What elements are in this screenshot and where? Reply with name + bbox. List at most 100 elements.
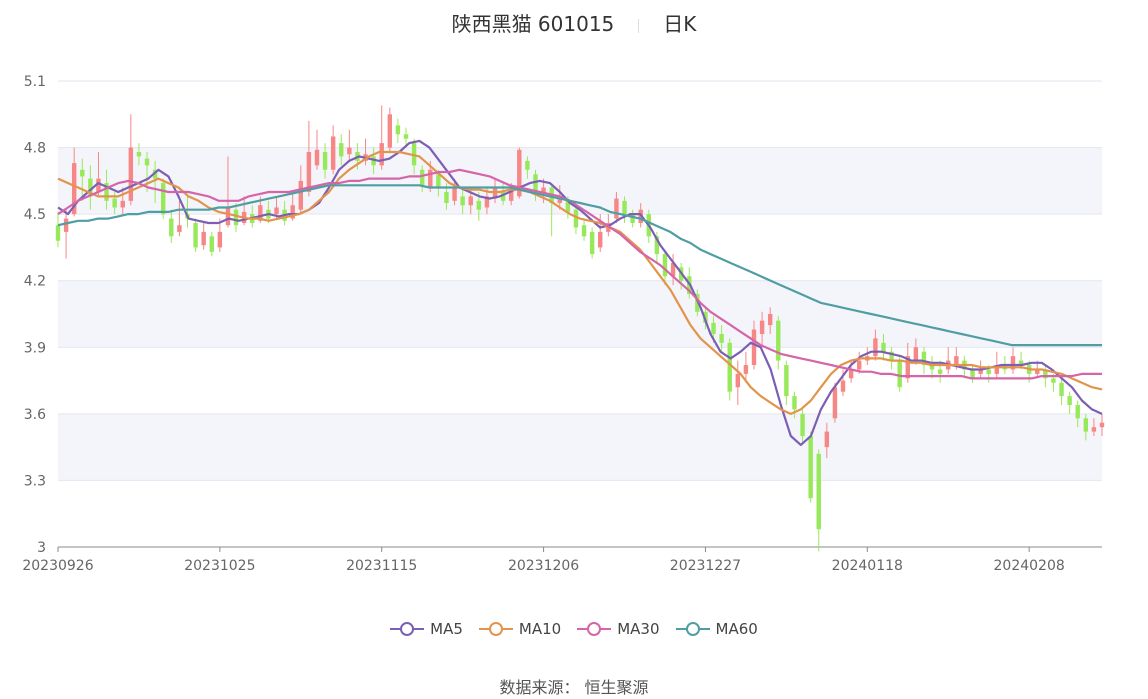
- candle-body: [719, 333, 724, 343]
- candle-body: [767, 314, 773, 326]
- candle-body: [112, 198, 117, 208]
- y-tick-label: 4.2: [24, 274, 46, 290]
- candle-body: [444, 191, 449, 204]
- x-tick-label: 20231227: [670, 558, 741, 574]
- legend-item-ma5[interactable]: MA5: [390, 620, 463, 638]
- candle-body: [403, 134, 409, 139]
- candle-body: [598, 231, 603, 248]
- candle-body: [1083, 418, 1089, 432]
- candle-body: [136, 152, 142, 157]
- candle-body: [792, 396, 797, 410]
- candle-body: [233, 209, 239, 226]
- legend-item-ma60[interactable]: MA60: [675, 620, 758, 638]
- candle-body: [824, 431, 830, 448]
- candle-body: [913, 347, 919, 361]
- legend-label: MA10: [518, 620, 562, 638]
- candle-body: [614, 198, 619, 219]
- grid-band: [58, 147, 1102, 215]
- candle-body: [808, 436, 813, 499]
- candle-body: [387, 114, 393, 148]
- candle-body: [662, 254, 668, 277]
- y-tick-label: 3: [37, 540, 46, 556]
- x-tick-label: 20230926: [22, 558, 93, 574]
- candle-body: [751, 329, 757, 366]
- data-source: 数据来源： 恒生聚源: [0, 674, 1148, 698]
- candle-body: [419, 169, 425, 186]
- candle-body: [468, 196, 473, 206]
- candle-body: [1091, 427, 1097, 432]
- legend-marker-icon: [675, 622, 710, 636]
- candle-body: [970, 369, 975, 379]
- candle-body: [339, 143, 344, 157]
- legend-item-ma30[interactable]: MA30: [577, 620, 660, 638]
- kline-chart: 3 3.3 3.6 3.9 4.2 4.5 4.8 5.1 20230926 20231025 20…: [22, 74, 1105, 574]
- candle-body: [1075, 404, 1080, 419]
- legend-item-ma10[interactable]: MA10: [478, 620, 562, 638]
- candle-body: [80, 169, 85, 177]
- candle-body: [201, 231, 206, 246]
- legend-marker-icon: [577, 622, 612, 636]
- candle-body: [525, 160, 530, 170]
- candle-body: [881, 342, 886, 352]
- candle-body: [306, 152, 312, 192]
- y-tick-label: 3.6: [24, 407, 46, 423]
- legend-label: MA30: [617, 620, 660, 638]
- candle-body: [622, 200, 627, 215]
- x-tick-label: 20231115: [346, 558, 417, 574]
- candle-body: [857, 360, 862, 370]
- candle-body: [428, 169, 433, 188]
- candle-body: [169, 218, 174, 237]
- candle-body: [954, 356, 959, 366]
- candle-body: [460, 196, 465, 206]
- candle-body: [727, 342, 732, 392]
- candle-body: [347, 147, 352, 155]
- x-tick-label: 20231206: [508, 558, 579, 574]
- candle-body: [379, 143, 384, 166]
- candle-body: [541, 187, 546, 192]
- source-label: 数据来源：: [499, 678, 580, 697]
- candle-body: [322, 152, 328, 170]
- candle-body: [832, 387, 838, 419]
- candle-body: [128, 147, 134, 201]
- candle-body: [784, 365, 789, 397]
- x-tick-label: 20240208: [994, 558, 1065, 574]
- y-tick-label: 4.8: [24, 141, 46, 157]
- candle-body: [1099, 422, 1105, 428]
- candle-body: [840, 380, 846, 392]
- candle-body: [986, 369, 991, 374]
- candle-body: [800, 413, 805, 437]
- candle-body: [759, 320, 765, 334]
- candle-body: [452, 187, 457, 201]
- candle-body: [225, 207, 231, 226]
- candle-body: [177, 225, 182, 232]
- x-tick-label: 20240118: [832, 558, 903, 574]
- candle-body: [1051, 378, 1056, 383]
- candle-body: [711, 322, 716, 334]
- candle-body: [589, 231, 595, 255]
- candle-body: [1059, 382, 1064, 397]
- candle-body: [581, 225, 587, 237]
- legend-marker-icon: [390, 622, 425, 636]
- legend: MA5 MA10 MA30 MA60: [0, 620, 1148, 641]
- candle-body: [209, 236, 214, 252]
- y-tick-label: 3.3: [24, 473, 46, 489]
- candle-body: [873, 338, 878, 357]
- source-value: 恒生聚源: [584, 678, 649, 697]
- candle-body: [816, 453, 821, 530]
- candle-body: [937, 369, 943, 374]
- candle-body: [314, 149, 320, 166]
- candle-body: [193, 223, 198, 248]
- legend-marker-icon: [478, 622, 513, 636]
- candle-body: [161, 183, 166, 215]
- candle-body: [509, 191, 514, 201]
- grid-band: [58, 413, 1102, 481]
- legend-label: MA60: [715, 620, 758, 638]
- y-tick-label: 4.5: [24, 207, 46, 223]
- candle-body: [298, 180, 303, 210]
- candle-body: [743, 365, 749, 374]
- candle-body: [476, 200, 482, 210]
- candle-body: [144, 158, 150, 166]
- candle-body: [1067, 396, 1072, 405]
- candle-body: [897, 360, 902, 388]
- candle-body: [395, 125, 401, 135]
